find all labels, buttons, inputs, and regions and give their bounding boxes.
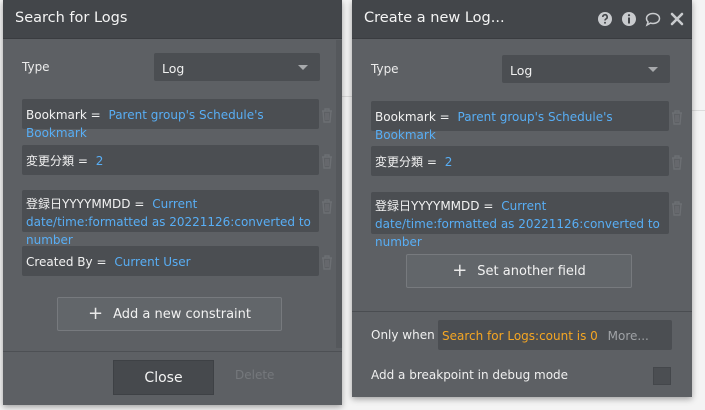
constraint-value[interactable]: Current User <box>114 255 190 269</box>
trash-icon[interactable] <box>670 154 684 170</box>
editor-divider <box>342 96 352 97</box>
close-button[interactable]: Close <box>113 360 214 395</box>
trash-icon[interactable] <box>320 107 334 123</box>
add-constraint-button[interactable]: + Add a new constraint <box>57 297 282 331</box>
panel-header: Search for Logs <box>3 0 342 39</box>
plus-icon: + <box>88 303 104 324</box>
constraint-key: 登録日YYYYMMDD = <box>26 197 145 211</box>
field-registration-date[interactable]: 登録日YYYYMMDD = Current date/time:formatte… <box>371 192 669 249</box>
delete-button[interactable]: Delete <box>235 368 274 382</box>
help-icon[interactable] <box>596 10 614 28</box>
panel-header: Create a new Log... <box>352 0 692 39</box>
type-dropdown-value: Log <box>162 61 185 76</box>
constraint-bookmark[interactable]: Bookmark = Parent group's Schedule's Boo… <box>22 99 319 140</box>
panel-title: Search for Logs <box>15 10 128 26</box>
panel-title: Create a new Log... <box>364 10 505 26</box>
trash-icon[interactable] <box>670 109 684 125</box>
scrollbar[interactable] <box>336 40 342 348</box>
comment-icon[interactable] <box>644 10 662 28</box>
editor-divider <box>692 110 705 111</box>
condition-value[interactable]: Search for Logs:count is 0 <box>442 329 598 343</box>
constraint-change-category[interactable]: 変更分類 = 2 <box>22 145 319 175</box>
condition-more[interactable]: More... <box>608 329 649 343</box>
header-icons <box>596 10 686 28</box>
close-icon[interactable] <box>668 10 686 28</box>
only-when-label: Only when <box>371 328 435 342</box>
constraint-key: Created By = <box>26 255 107 269</box>
trash-icon[interactable] <box>320 254 334 270</box>
type-label: Type <box>22 60 50 74</box>
plus-icon: + <box>452 260 468 281</box>
field-key: Bookmark = <box>375 110 450 124</box>
search-for-logs-panel: Search for Logs Type Log Bookmark = Pare… <box>3 0 342 405</box>
type-dropdown[interactable]: Log <box>502 55 670 83</box>
field-key: 変更分類 = <box>375 155 437 169</box>
add-constraint-label: Add a new constraint <box>113 306 251 322</box>
trash-icon[interactable] <box>670 200 684 216</box>
field-value[interactable]: 2 <box>445 155 453 169</box>
chevron-down-icon <box>298 65 308 70</box>
constraint-registration-date[interactable]: 登録日YYYYMMDD = Current date/time:formatte… <box>22 190 319 247</box>
field-bookmark[interactable]: Bookmark = Parent group's Schedule's Boo… <box>371 101 669 142</box>
trash-icon[interactable] <box>320 198 334 214</box>
type-dropdown[interactable]: Log <box>154 53 320 81</box>
field-key: 登録日YYYYMMDD = <box>375 199 494 213</box>
type-dropdown-value: Log <box>510 63 533 78</box>
chevron-down-icon <box>648 67 658 72</box>
constraint-key: Bookmark = <box>26 108 101 122</box>
breakpoint-label: Add a breakpoint in debug mode <box>371 368 569 382</box>
only-when-condition[interactable]: Search for Logs:count is 0 More... <box>438 320 672 350</box>
trash-icon[interactable] <box>320 153 334 169</box>
field-change-category[interactable]: 変更分類 = 2 <box>371 146 669 176</box>
create-new-log-panel: Create a new Log... Type Log Bookmark = … <box>352 0 692 397</box>
info-icon[interactable] <box>620 10 638 28</box>
constraint-value[interactable]: 2 <box>96 154 104 168</box>
breakpoint-checkbox[interactable] <box>653 367 671 385</box>
constraint-key: 変更分類 = <box>26 154 88 168</box>
divider <box>352 311 692 312</box>
constraint-created-by[interactable]: Created By = Current User <box>22 246 319 276</box>
set-another-field-button[interactable]: + Set another field <box>406 254 632 288</box>
set-another-field-label: Set another field <box>477 263 586 279</box>
type-label: Type <box>371 62 399 76</box>
